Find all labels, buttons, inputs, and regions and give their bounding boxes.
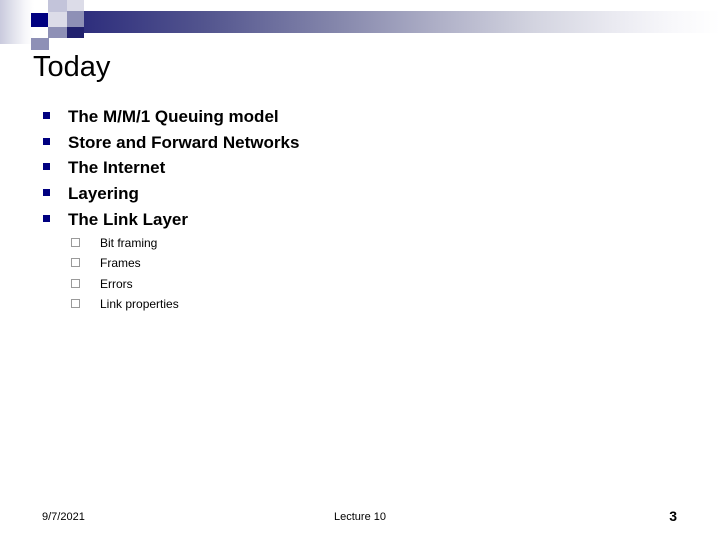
square-bullet-icon bbox=[43, 163, 50, 171]
deco-square-pale-top-1 bbox=[67, 0, 84, 11]
main-list-item-label: The M/M/1 Queuing model bbox=[68, 107, 279, 126]
main-list-item: The Link Layer bbox=[40, 207, 660, 233]
deco-square-mid-bottom bbox=[31, 38, 49, 50]
square-bullet-icon bbox=[43, 137, 50, 145]
footer-page-number: 3 bbox=[669, 508, 677, 524]
header-gradient-bar bbox=[57, 11, 720, 33]
sub-list-item: Bit framing bbox=[70, 233, 470, 253]
sub-list-item-label: Frames bbox=[100, 256, 141, 271]
main-bullet-list: The M/M/1 Queuing model Store and Forwar… bbox=[40, 104, 660, 232]
main-list-item: Layering bbox=[40, 181, 660, 207]
page-title: Today bbox=[33, 51, 111, 83]
slide: Today The M/M/1 Queuing model Store and … bbox=[0, 0, 720, 540]
sub-list-item-label: Bit framing bbox=[100, 236, 158, 250]
hollow-square-bullet-icon bbox=[71, 258, 80, 268]
sub-bullet-list: Bit framing Frames Errors Link propertie… bbox=[70, 233, 470, 314]
square-bullet-icon bbox=[43, 189, 50, 197]
main-list-item: Store and Forward Networks bbox=[40, 130, 660, 156]
sub-list-item: Frames bbox=[70, 253, 470, 273]
sub-list-item: Link properties bbox=[70, 294, 470, 314]
deco-square-mid-lower bbox=[48, 27, 67, 38]
slide-footer: 9/7/2021 Lecture 10 3 bbox=[0, 508, 720, 531]
sub-list-item-label: Link properties bbox=[100, 296, 179, 311]
deco-square-light-top-1 bbox=[48, 0, 67, 12]
main-list-item-label: Layering bbox=[68, 184, 139, 204]
deco-square-mid-top bbox=[67, 11, 84, 27]
main-list-item-label: The Link Layer bbox=[68, 209, 188, 229]
square-bullet-icon bbox=[43, 214, 50, 222]
sub-list-item: Errors bbox=[70, 274, 470, 294]
footer-lecture-label: Lecture 10 bbox=[334, 511, 386, 523]
square-bullet-icon bbox=[43, 112, 50, 119]
main-list-item-label: The Internet bbox=[68, 158, 166, 178]
main-list-item: The Internet bbox=[40, 155, 660, 181]
deco-square-navy-lower bbox=[67, 27, 84, 38]
main-list-item-label: Store and Forward Networks bbox=[68, 132, 300, 152]
hollow-square-bullet-icon bbox=[71, 298, 80, 308]
slide-header-decoration bbox=[0, 0, 720, 50]
hollow-square-bullet-icon bbox=[71, 278, 80, 288]
header-left-fade bbox=[0, 0, 34, 44]
deco-square-pale-mid bbox=[48, 12, 67, 27]
hollow-square-bullet-icon bbox=[71, 238, 80, 247]
deco-square-navy-dark bbox=[31, 13, 48, 27]
sub-list-item-label: Errors bbox=[100, 276, 133, 291]
main-list-item: The M/M/1 Queuing model bbox=[40, 104, 660, 130]
